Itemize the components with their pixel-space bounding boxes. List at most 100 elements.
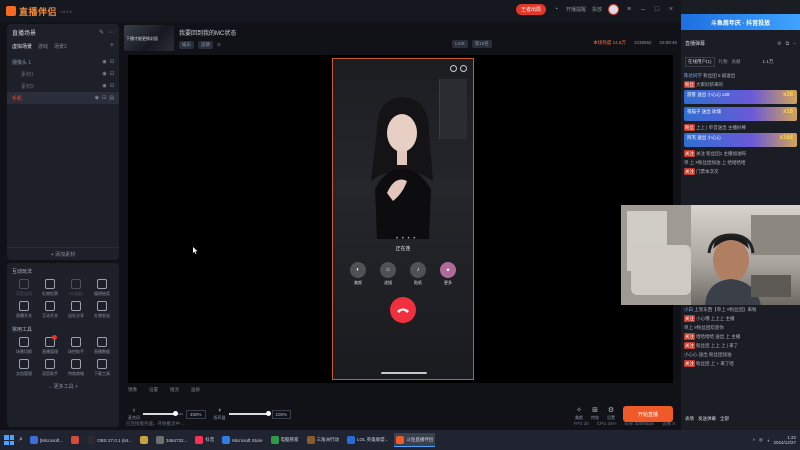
chat-message[interactable]: 关注 小心哦 上上上 主播: [684, 315, 797, 322]
preview-canvas[interactable]: • • • • 正在连 ◐ 美颜 ⌂ 滤镜 ♪ 贴纸 ✦ 更多: [128, 55, 673, 383]
source-row[interactable]: 素材2 ◉ ⊡: [7, 80, 119, 92]
chat-message[interactable]: 小心心 送出 粉丝团加油: [684, 351, 797, 358]
start-menu-icon[interactable]: [4, 435, 14, 445]
promo-banner[interactable]: 斗鱼周年庆 · 抖音投放: [681, 14, 800, 30]
tool-item[interactable]: 场景切换: [11, 337, 37, 355]
taskbar-app[interactable]: Microsoft Store: [220, 433, 264, 447]
chat-message[interactable]: 粉丝 上上 | 单音送出 主播好棒: [684, 124, 797, 131]
taskbar-app[interactable]: [69, 433, 81, 447]
type-chip[interactable]: 竞猜: [198, 40, 213, 49]
eye-icon[interactable]: ◉: [102, 59, 106, 65]
chat-subtab-2[interactable]: 贡献: [732, 59, 741, 65]
chat-username[interactable]: 小白: [684, 307, 693, 312]
speaker-slider-knob[interactable]: [266, 411, 272, 416]
taskbar-app[interactable]: [Microsoft...: [28, 433, 65, 447]
tool-item[interactable]: 下载工具: [89, 359, 115, 377]
more-tools-link[interactable]: ... 更多工具 >: [7, 383, 119, 390]
tool-item[interactable]: 直播数据: [89, 337, 115, 355]
tool-item[interactable]: 场控助手: [63, 337, 89, 355]
scene-edit-icon[interactable]: ✎: [99, 29, 104, 36]
chat-message[interactable]: 粉丝 大家好新来的: [684, 81, 797, 88]
taskbar-app[interactable]: [138, 433, 150, 447]
promo-pill-button[interactable]: 王者出局: [515, 4, 546, 15]
tool-item[interactable]: 送礼分享: [63, 301, 89, 319]
room-cover[interactable]: 下播才能更换封面: [124, 25, 174, 51]
room-share-icon[interactable]: ⊙: [217, 42, 221, 48]
speaker-volume-slider[interactable]: [228, 411, 272, 416]
eye-icon[interactable]: ◉: [95, 95, 99, 101]
delete-icon[interactable]: ▤: [109, 95, 114, 101]
mic-slider-knob[interactable]: [173, 411, 179, 416]
mic-volume-slider[interactable]: [143, 411, 183, 416]
source-row[interactable]: 摄像头 1 ◉ ⊡: [7, 56, 119, 68]
maximize-icon[interactable]: □: [653, 6, 661, 14]
category-chip[interactable]: 娱乐: [179, 40, 194, 49]
taskbar-search-icon[interactable]: ⌕: [19, 436, 23, 444]
chat-message[interactable]: 单上 #粉丝团欢迎你: [684, 324, 797, 331]
taskbar-app[interactable]: OBS 27.0.1 (64...: [85, 433, 134, 447]
eye-icon[interactable]: ◉: [102, 71, 106, 77]
gift-banner[interactable]: 游客 送出 小心心 x28 x28: [684, 90, 797, 104]
taskbar-app[interactable]: 电脑管家: [269, 433, 301, 447]
tool-item[interactable]: 直播开关: [11, 301, 37, 319]
canvas-toolbar-item[interactable]: 画质: [191, 387, 200, 393]
chat-filter-button[interactable]: 全部: [720, 416, 729, 422]
eye-icon[interactable]: ◉: [102, 83, 106, 89]
canvas-toolbar-item[interactable]: 镜像: [128, 387, 137, 393]
chat-subtab-0[interactable]: 在线用户(1): [685, 57, 715, 67]
source-row[interactable]: 素材1 ◉ ⊡: [7, 68, 119, 80]
taskbar-app[interactable]: 三角洲行动: [305, 433, 342, 447]
room-title[interactable]: 我要回到我的MC状态: [179, 28, 236, 37]
lock-icon[interactable]: ⊡: [110, 83, 114, 89]
minimize-icon[interactable]: –: [639, 6, 647, 14]
bell-icon[interactable]: ◔: [552, 6, 560, 14]
taskbar-app[interactable]: 斗鱼直播伴侣: [394, 433, 436, 447]
network-icon[interactable]: ◎: [759, 437, 763, 443]
chat-username[interactable]: 陈达同学: [684, 73, 702, 78]
tool-item[interactable]: 互动开关: [37, 301, 63, 319]
tool-item[interactable]: 语音连线: [11, 279, 37, 297]
chat-message[interactable]: 小白 上架东西【单上 #粉丝团】来啦: [684, 306, 797, 313]
add-scene-icon[interactable]: +: [110, 42, 114, 50]
chat-minimize-icon[interactable]: –: [793, 41, 796, 47]
chat-settings-icon[interactable]: ⚙: [777, 41, 781, 47]
chat-message[interactable]: 关注 关注 粉丝团1 主播加油呀: [684, 150, 797, 157]
lock-icon[interactable]: ⊡: [110, 59, 114, 65]
chat-message[interactable]: 关注 粉丝团 上 + 来了哈: [684, 360, 797, 367]
tool-item[interactable]: 礼物投票: [37, 279, 63, 297]
tool-item[interactable]: 直播管理: [37, 335, 63, 355]
tool-item[interactable]: 礼物发送: [89, 301, 115, 319]
taskbar-app[interactable]: 3484732...: [154, 433, 189, 447]
chat-emoji-button[interactable]: 表情: [685, 416, 694, 422]
call-control-button[interactable]: ♪ 贴纸: [410, 262, 426, 286]
add-source-button[interactable]: + 添加素材: [7, 247, 119, 260]
scene-tab-1[interactable]: 游戏: [38, 43, 48, 50]
tool-item[interactable]: 福袋抽奖: [89, 279, 115, 297]
taskbar-app[interactable]: 抖音: [193, 433, 216, 447]
chat-message[interactable]: 关注 哈哈哈哈 送出 上 主播: [684, 333, 797, 340]
lock-icon[interactable]: ⊡: [102, 95, 106, 101]
volume-icon[interactable]: ◖: [767, 438, 770, 443]
phone-switch-icon[interactable]: [460, 65, 467, 72]
scene-tab-0[interactable]: 虚拟场景: [12, 43, 32, 50]
chat-message[interactable]: 关注 门票本次次: [684, 168, 797, 175]
tool-item[interactable]: 文档管理: [11, 359, 37, 377]
user-avatar[interactable]: [608, 4, 619, 15]
call-control-button[interactable]: ◐ 美颜: [350, 262, 366, 286]
scene-more-icon[interactable]: ⋯: [108, 29, 114, 36]
tray-chevron-icon[interactable]: ^: [753, 438, 755, 443]
taskbar-app[interactable]: LOL 英雄联盟...: [345, 433, 390, 447]
tool-item[interactable]: 语音助手: [37, 359, 63, 377]
close-icon[interactable]: ×: [667, 6, 675, 14]
chat-message[interactable]: 关注 粉丝团 上上 上 | 来了: [684, 342, 797, 349]
delivery-label[interactable]: 投放: [592, 6, 602, 13]
chat-message[interactable]: 陈达同学 粉丝团 5 级送出: [684, 72, 797, 79]
scene-title[interactable]: 直播场景: [12, 28, 36, 37]
chat-popout-icon[interactable]: ⧉: [786, 41, 790, 47]
hangup-button[interactable]: [390, 297, 416, 323]
canvas-toolbar-item[interactable]: 推流: [170, 387, 179, 393]
call-control-button[interactable]: ✦ 更多: [440, 262, 456, 286]
call-control-button[interactable]: ⌂ 滤镜: [380, 262, 396, 286]
chat-subtab-1[interactable]: 礼物: [719, 59, 728, 65]
chat-message[interactable]: 单 上 #粉丝团加油 上 哈哈哈哈: [684, 159, 797, 166]
